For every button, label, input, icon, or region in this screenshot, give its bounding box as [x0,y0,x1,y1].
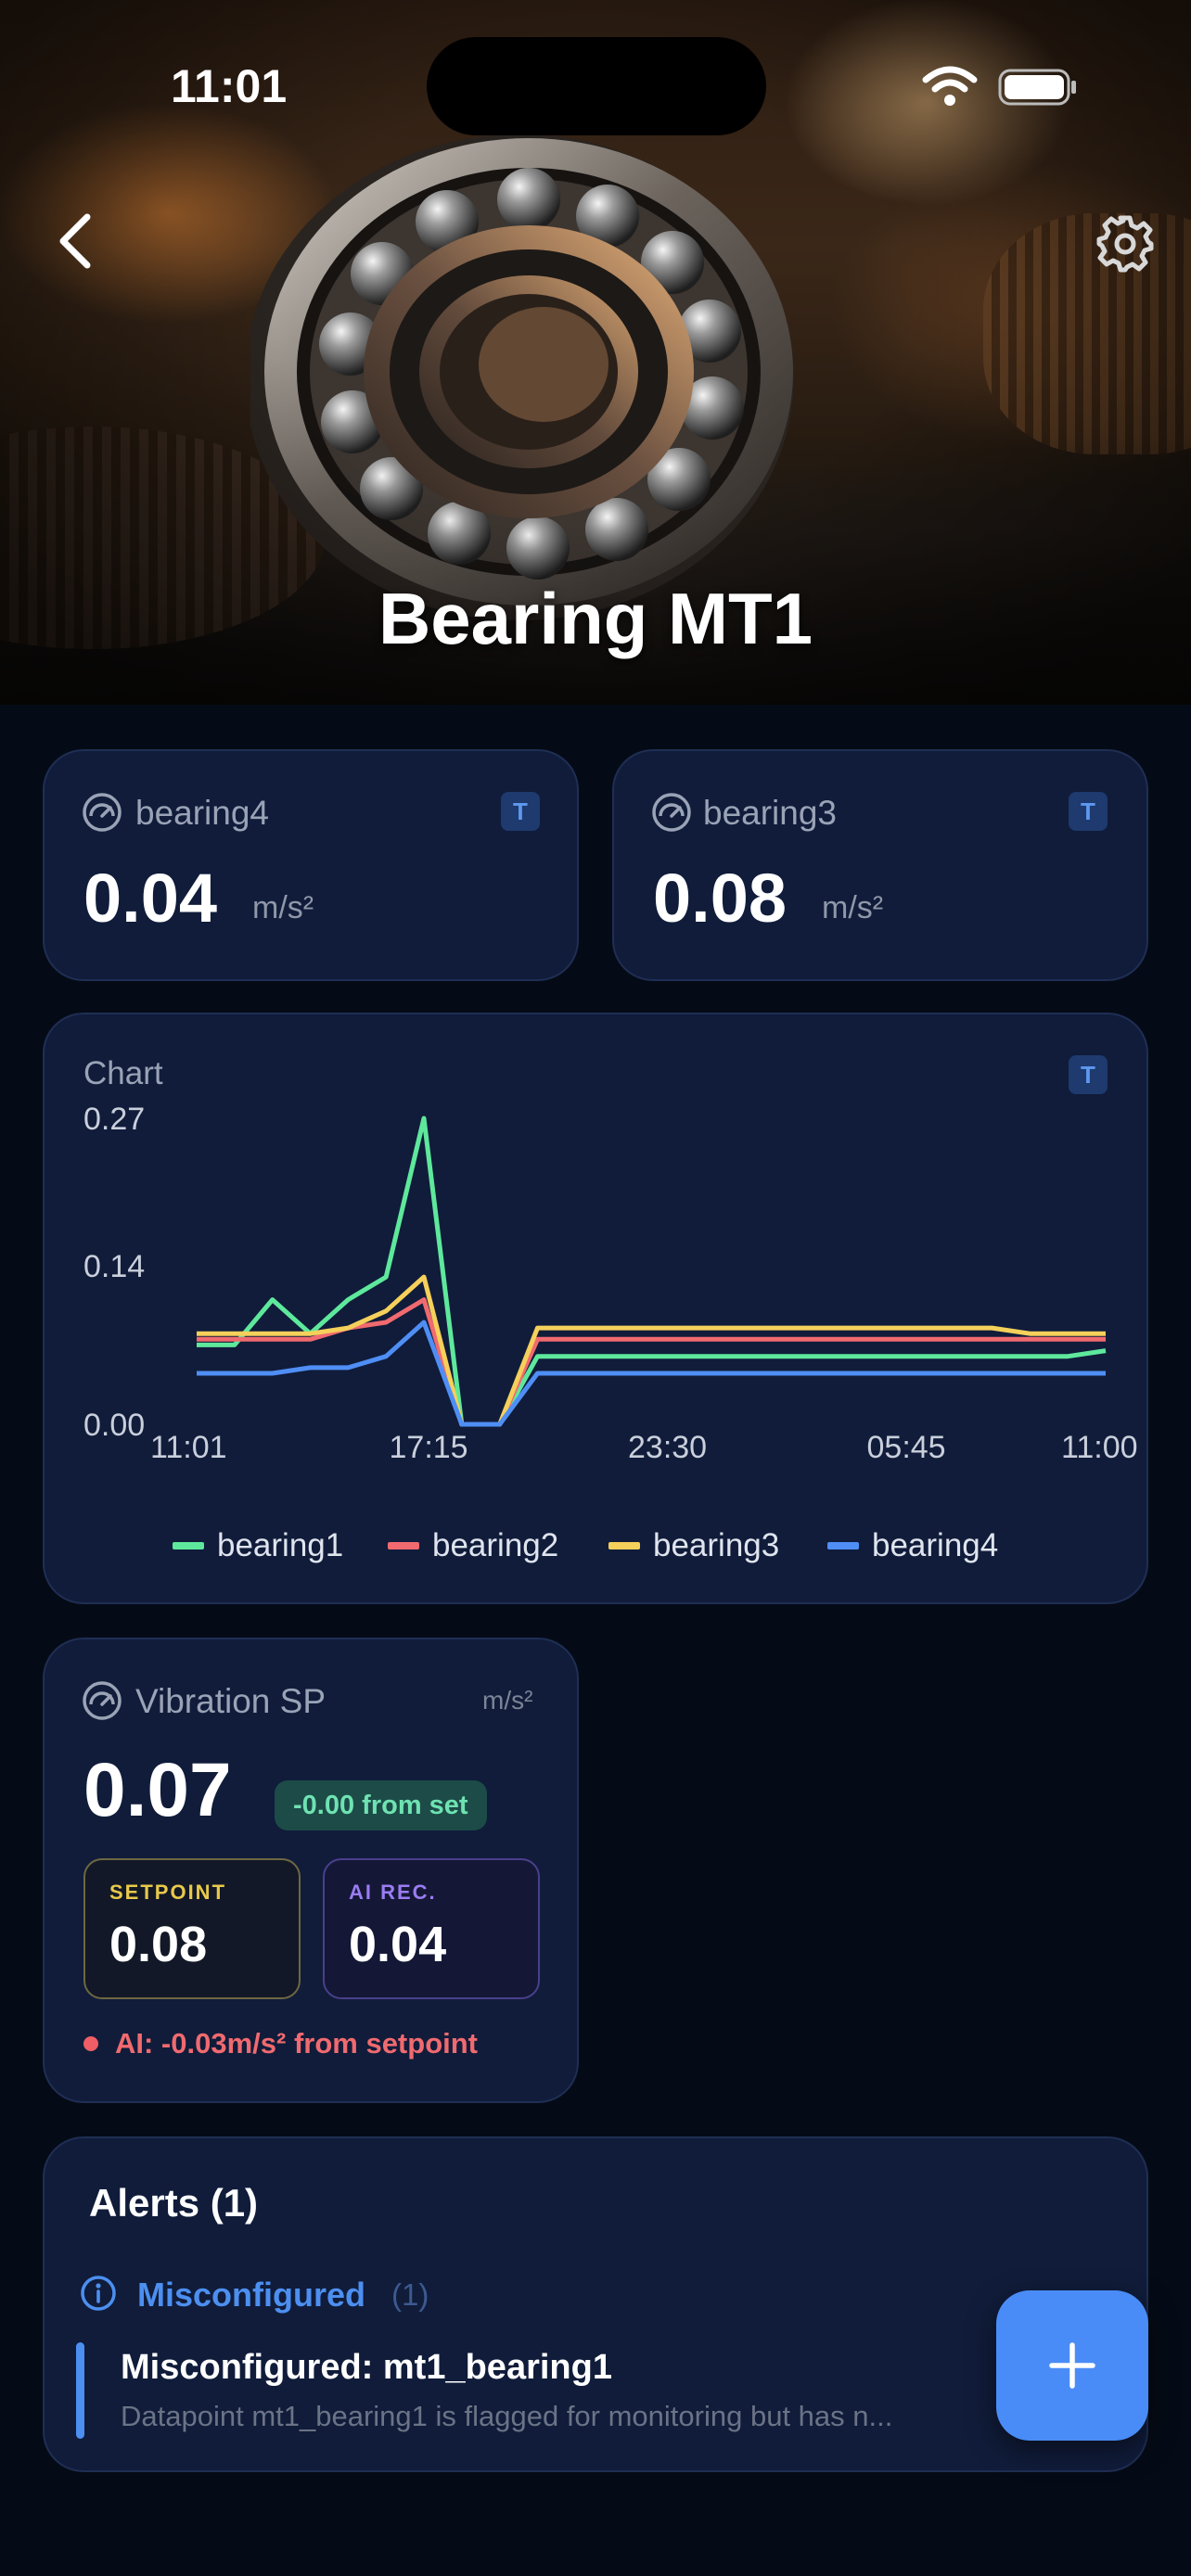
alert-severity-bar [76,2342,84,2439]
chart-title: Chart [83,1055,163,1091]
legend-label: bearing4 [872,1527,999,1563]
legend-swatch [608,1542,640,1549]
chart-legend: bearing1 bearing2 bearing3 bearing4 [0,1525,1191,1566]
alert-item-description: Datapoint mt1_bearing1 is flagged for mo… [121,2400,893,2432]
legend-label: bearing3 [653,1527,780,1563]
y-tick-label: 0.14 [83,1249,145,1284]
chevron-left-icon[interactable] [52,211,102,271]
alert-group-label[interactable]: Misconfigured [137,2276,365,2315]
alerts-title: Alerts (1) [89,2181,259,2225]
sensor-unit: m/s² [822,890,884,925]
legend-item-bearing2[interactable]: bearing2 [388,1525,558,1566]
setpoint-value: 0.08 [109,1917,208,1972]
sensor-value: 0.08 [653,860,788,937]
legend-label: bearing2 [432,1527,559,1563]
battery-icon [998,69,1076,106]
trend-badge[interactable]: T [1069,792,1108,831]
vibration-label: Vibration SP [135,1682,326,1720]
ai-status-dot [83,2036,98,2051]
series-line-bearing2[interactable] [197,1297,1106,1427]
legend-swatch [173,1542,204,1549]
add-button[interactable] [996,2290,1148,2441]
wifi-icon [922,66,978,106]
hero-banner: 11:01 Bearing MT1 [0,0,1191,705]
sensor-unit: m/s² [252,890,314,925]
vibration-value: 0.07 [83,1748,232,1832]
sensor-value: 0.04 [83,860,218,937]
legend-label: bearing1 [217,1527,344,1563]
series-line-bearing3[interactable] [197,1274,1106,1427]
x-tick-label: 17:15 [390,1430,468,1465]
x-tick-label: 23:30 [628,1430,707,1465]
status-time: 11:01 [171,60,288,112]
setpoint-box[interactable]: SETPOINT 0.08 [83,1858,301,1999]
dynamic-island [427,37,766,135]
x-tick-label: 11:01 [150,1430,227,1465]
line-chart[interactable]: 0.27 0.14 0.0011:01 17:15 23:30 05:45 11:00 [45,1094,1146,1576]
ai-recommendation-box[interactable]: AI REC. 0.04 [323,1858,540,1999]
page-title: Bearing MT1 [378,578,813,659]
ai-rec-value: 0.04 [349,1917,447,1972]
delta-badge: -0.00 from set [275,1780,487,1830]
y-tick-label: 0.27 [83,1102,145,1137]
alert-item-title[interactable]: Misconfigured: mt1_bearing1 [121,2348,612,2388]
trend-badge[interactable]: T [501,792,540,831]
sensor-label: bearing4 [135,794,270,832]
legend-item-bearing3[interactable]: bearing3 [608,1525,779,1566]
series-line-bearing1[interactable] [197,1116,1107,1427]
gear-icon[interactable] [1095,213,1156,274]
gauge-icon [652,793,691,832]
vibration-unit: m/s² [482,1686,533,1715]
gauge-icon [83,793,122,832]
sensor-label: bearing3 [703,794,838,832]
setpoint-label: SETPOINT [109,1881,227,1904]
ai-note: AI: -0.03m/s² from setpoint [115,2027,478,2060]
plus-icon [1049,2342,1095,2389]
x-tick-label: 05:45 [867,1430,946,1465]
info-icon [81,2276,116,2311]
x-tick-label: 11:00 [1061,1430,1138,1465]
legend-swatch [388,1542,419,1549]
gauge-icon [83,1681,122,1720]
legend-item-bearing1[interactable]: bearing1 [173,1525,343,1566]
legend-item-bearing4[interactable]: bearing4 [827,1525,998,1566]
alert-group-count: (1) [391,2277,429,2312]
y-tick-label: 0.00 [83,1408,145,1443]
ai-rec-label: AI REC. [349,1881,437,1904]
trend-badge[interactable]: T [1069,1055,1108,1094]
legend-swatch [827,1542,859,1549]
